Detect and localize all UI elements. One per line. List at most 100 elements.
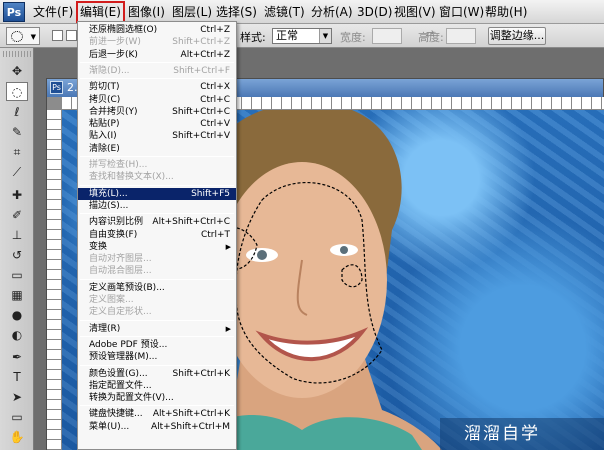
brush-tool-icon[interactable]: ✐ [6, 206, 28, 225]
edit-menu-item[interactable]: 填充(L)... Shift+F5 [78, 187, 236, 200]
edit-menu-item[interactable]: 菜单(U)... Alt+Shift+Ctrl+M [78, 421, 236, 433]
menu-item-label: 前进一步(W) [89, 37, 141, 48]
edit-menu-item[interactable]: 贴入(I) Shift+Ctrl+V [78, 130, 236, 142]
edit-menu-item[interactable]: 指定配置文件... [78, 380, 236, 392]
menu-item-label: 转换为配置文件(V)... [89, 393, 174, 404]
menu-item-label: 填充(L)... [89, 188, 128, 199]
ruler-vertical[interactable] [47, 110, 62, 450]
eraser-tool-icon[interactable]: ▭ [6, 266, 28, 285]
menu-item-label: 自动对齐图层... [89, 254, 152, 265]
edit-menu-item: 自动混合图层... [78, 265, 236, 277]
menu-layer[interactable]: 图层(L) [170, 3, 214, 21]
menu-item-shortcut: Ctrl+Z [200, 25, 230, 35]
type-tool-icon[interactable]: T [6, 368, 28, 387]
edit-menu-item[interactable]: 还原椭圆选框(O) Ctrl+Z [78, 24, 236, 36]
menu-item-label: 合并拷贝(Y) [89, 106, 138, 117]
edit-menu-item: 查找和替换文本(X)... [78, 171, 236, 183]
menu-help[interactable]: 帮助(H) [483, 3, 529, 21]
menu-separator [80, 184, 234, 186]
move-tool-icon[interactable]: ✥ [6, 62, 28, 81]
menu-item-label: Adobe PDF 预设... [89, 339, 168, 350]
edit-menu-item[interactable]: 变换 ▶ [78, 241, 236, 253]
edit-menu-item[interactable]: 粘贴(P) Ctrl+V [78, 118, 236, 130]
edit-menu-item[interactable]: 内容识别比例 Alt+Shift+Ctrl+C [78, 216, 236, 228]
menu-item-label: 渐隐(D)... [89, 65, 130, 76]
edit-menu-item[interactable]: 自由变换(F) Ctrl+T [78, 229, 236, 241]
menu-item-shortcut: Ctrl+V [200, 119, 230, 130]
edit-menu-item[interactable]: 转换为配置文件(V)... [78, 392, 236, 404]
dodge-tool-icon[interactable]: ◐ [6, 326, 28, 345]
edit-menu-item: 定义图案... [78, 294, 236, 306]
menu-item-label: 后退一步(K) [89, 49, 138, 60]
edit-menu-item[interactable]: 键盘快捷键... Alt+Shift+Ctrl+K [78, 408, 236, 420]
quick-selection-tool-icon[interactable]: ✎ [6, 123, 28, 142]
refine-edge-button[interactable]: 调整边缘... [488, 27, 546, 45]
menu-item-label: 自由变换(F) [89, 229, 138, 240]
ellipse-marquee-icon [11, 31, 23, 42]
edit-menu-item[interactable]: 描边(S)... [78, 200, 236, 212]
tool-preset-picker[interactable]: ▼ [6, 27, 40, 45]
menu-item-label: 描边(S)... [89, 200, 129, 211]
toolbox-grip[interactable] [3, 51, 31, 57]
edit-menu-item[interactable]: 后退一步(K) Alt+Ctrl+Z [78, 49, 236, 61]
edit-menu-item[interactable]: Adobe PDF 预设... [78, 339, 236, 351]
blur-tool-icon[interactable]: ● [6, 306, 28, 325]
menu-item-shortcut: Shift+F5 [191, 188, 230, 199]
menu-item-shortcut: Ctrl+X [200, 82, 230, 93]
submenu-arrow-icon: ▶ [225, 242, 231, 251]
menu-item-label: 粘贴(P) [89, 119, 120, 130]
menu-item-label: 颜色设置(G)... [89, 368, 148, 379]
photoshop-logo: Ps [3, 2, 25, 22]
height-label: 高度: [418, 31, 444, 44]
edit-menu-item[interactable]: 拷贝(C) Ctrl+C [78, 94, 236, 106]
lasso-tool-icon[interactable]: ℓ [6, 103, 28, 122]
menu-item-label: 定义自定形状... [89, 307, 152, 318]
edit-menu-item[interactable]: 合并拷贝(Y) Shift+Ctrl+C [78, 106, 236, 118]
menu-view[interactable]: 视图(V) [392, 3, 438, 21]
menu-filter[interactable]: 滤镜(T) [262, 3, 307, 21]
crop-tool-icon[interactable]: ⌗ [6, 143, 28, 162]
menu-item-shortcut: Shift+Ctrl+F [173, 65, 230, 76]
menu-item-shortcut: Shift+Ctrl+K [172, 368, 230, 379]
width-label: 宽度: [340, 31, 366, 44]
history-brush-tool-icon[interactable]: ↺ [6, 246, 28, 265]
menu-image[interactable]: 图像(I) [126, 3, 167, 21]
submenu-arrow-icon: ▶ [225, 324, 231, 333]
eyedropper-tool-icon[interactable]: ⟋ [6, 163, 28, 182]
new-selection-icon[interactable] [52, 30, 63, 41]
edit-menu-item[interactable]: 剪切(T) Ctrl+X [78, 81, 236, 93]
menu-item-label: 定义图案... [89, 295, 134, 305]
pen-tool-icon[interactable]: ✒ [6, 348, 28, 367]
edit-menu-item: 自动对齐图层... [78, 253, 236, 265]
height-field[interactable] [446, 28, 476, 44]
menu-separator [80, 156, 234, 157]
menu-analysis[interactable]: 分析(A) [309, 3, 355, 21]
menu-3d[interactable]: 3D(D) [355, 3, 394, 21]
edit-menu-item[interactable]: 预设管理器(M)... [78, 351, 236, 363]
edit-menu-item[interactable]: 清理(R) ▶ [78, 323, 236, 335]
menu-item-label: 清理(R) [89, 323, 121, 334]
chevron-down-icon: ▼ [30, 33, 36, 41]
gradient-tool-icon[interactable]: ▦ [6, 286, 28, 305]
menu-file[interactable]: 文件(F) [31, 3, 75, 21]
style-select[interactable]: 正常 ▼ [272, 28, 332, 44]
shape-tool-icon[interactable]: ▭ [6, 408, 28, 427]
edit-menu-item[interactable]: 清除(E) [78, 143, 236, 155]
edit-menu-item: 渐隐(D)... Shift+Ctrl+F [78, 65, 236, 77]
menu-window[interactable]: 窗口(W) [437, 3, 486, 21]
healing-brush-tool-icon[interactable]: ✚ [6, 186, 28, 205]
menu-item-shortcut: Alt+Shift+Ctrl+K [152, 409, 230, 420]
marquee-tool-icon[interactable]: ◌ [6, 82, 28, 101]
path-selection-tool-icon[interactable]: ➤ [6, 388, 28, 407]
menu-separator [80, 335, 234, 337]
edit-menu-item[interactable]: 定义画笔预设(B)... [78, 282, 236, 294]
width-field[interactable] [372, 28, 402, 44]
edit-menu-item: 定义自定形状... [78, 306, 236, 318]
hand-tool-icon[interactable]: ✋ [6, 428, 28, 447]
menu-item-shortcut: Alt+Shift+Ctrl+C [152, 217, 230, 228]
menu-edit[interactable]: 编辑(E) [76, 1, 125, 23]
menu-select[interactable]: 选择(S) [214, 3, 259, 21]
edit-menu-item[interactable]: 颜色设置(G)... Shift+Ctrl+K [78, 368, 236, 380]
add-selection-icon[interactable] [66, 30, 77, 41]
clone-stamp-tool-icon[interactable]: ⊥ [6, 226, 28, 245]
